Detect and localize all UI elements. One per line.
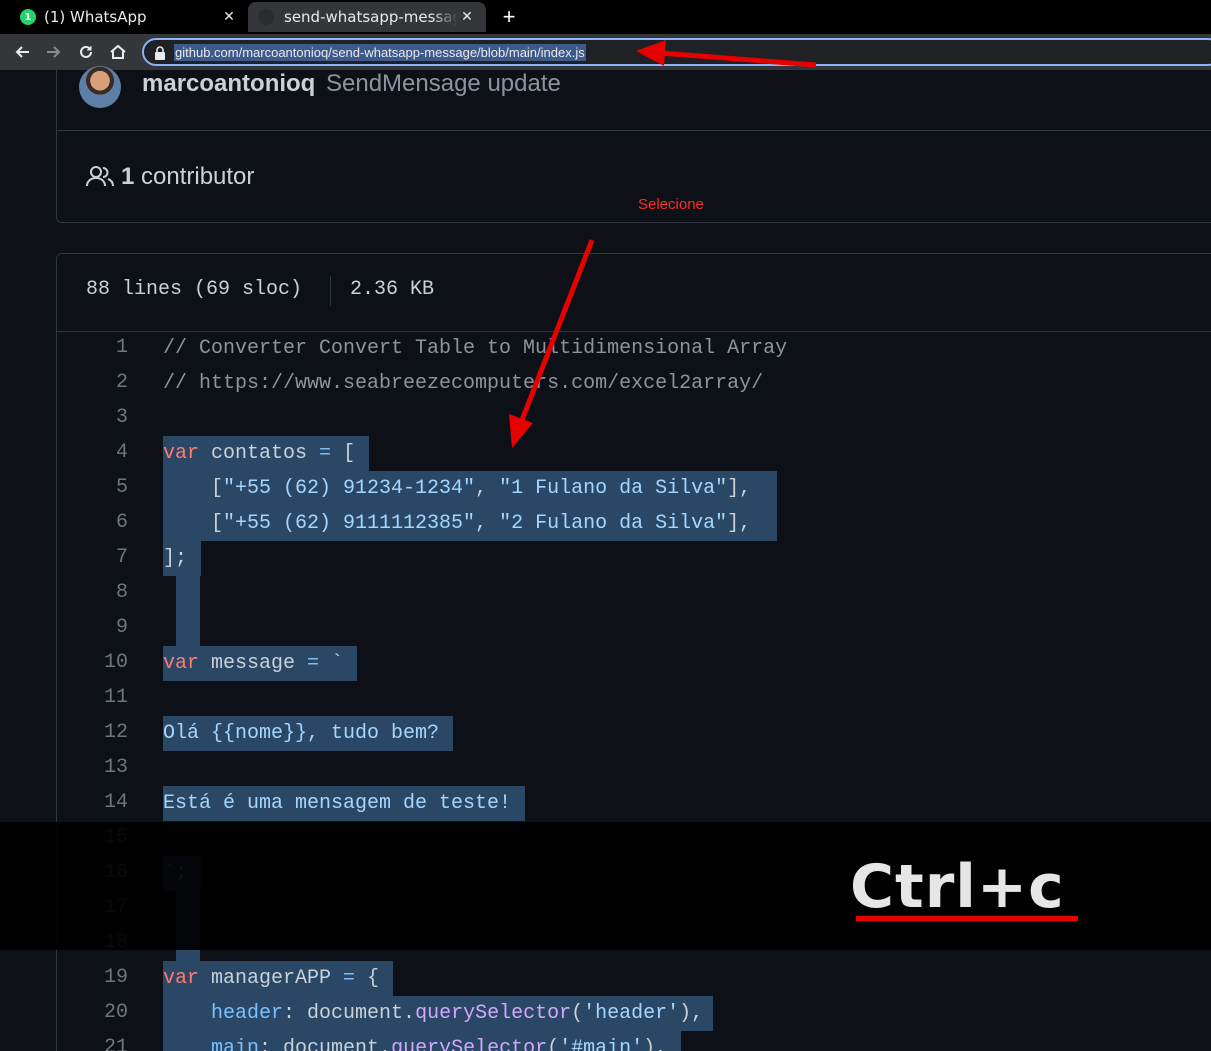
contributor-label[interactable]: contributor [141,163,254,191]
new-tab-button[interactable]: + [497,4,521,30]
line-number[interactable]: 6 [116,511,128,534]
forward-icon[interactable] [42,40,66,64]
shortcut-underline [856,916,1078,921]
code-text: // Converter Convert Table to Multidimen… [163,337,788,360]
tab-title: (1) WhatsApp [44,8,147,26]
code-line[interactable]: 11 [0,681,1211,716]
line-number[interactable]: 19 [104,966,128,989]
code-line[interactable]: 3 [0,401,1211,436]
line-number[interactable]: 9 [116,616,128,639]
code-line[interactable]: 1 // Converter Convert Table to Multidime… [0,331,1211,366]
commit-author[interactable]: marcoantonioq [142,70,315,98]
lock-icon [155,46,165,60]
line-number[interactable]: 20 [104,1001,128,1024]
back-icon[interactable] [10,40,34,64]
contributor-count[interactable]: 1 [121,163,134,191]
code-text: // https://www.seabreezecomputers.com/ex… [163,372,764,395]
browser-toolbar: github.com/marcoantonioq/send-whatsapp-m… [0,34,1211,70]
tab-title: send-whatsapp-message [284,8,458,26]
code-text: ]; [163,541,202,576]
whatsapp-icon: 1 [20,9,36,25]
line-number[interactable]: 1 [116,336,128,359]
code-line[interactable]: 7]; [0,541,1211,576]
code-text: var managerAPP = { [163,961,394,996]
line-number[interactable]: 2 [116,371,128,394]
hint-label: Selecione [638,196,704,213]
close-tab-icon[interactable]: ✕ [458,9,476,25]
line-number[interactable]: 8 [116,581,128,604]
code-line[interactable]: 13 [0,751,1211,786]
line-number[interactable]: 3 [116,406,128,429]
shortcut-label: Ctrl+c [850,852,1065,922]
code-line[interactable]: 9 [0,611,1211,646]
close-tab-icon[interactable]: ✕ [220,9,238,25]
url-text[interactable]: github.com/marcoantonioq/send-whatsapp-m… [174,44,586,61]
code-line[interactable]: 20 header: document.querySelector('heade… [0,996,1211,1031]
line-number[interactable]: 7 [116,546,128,569]
code-text: Olá {{nome}}, tudo bem? [163,716,454,751]
github-icon [258,9,274,25]
code-text: header: document.querySelector('header')… [163,996,714,1031]
line-number[interactable]: 12 [104,721,128,744]
line-number[interactable]: 11 [104,686,128,709]
code-text: var contatos = [ [163,436,370,471]
code-line[interactable]: 19 var managerAPP = { [0,961,1211,996]
code-line[interactable]: 2 // https://www.seabreezecomputers.com/e… [0,366,1211,401]
code-line[interactable]: 21 main: document.querySelector('#main')… [0,1031,1211,1051]
code-line[interactable]: 8 [0,576,1211,611]
code-line[interactable]: 6 ["+55 (62) 9111112385", "2 Fulano da S… [0,506,1211,541]
divider [330,276,331,306]
tab-strip: 1 (1) WhatsApp ✕ send-whatsapp-message ✕… [0,0,1211,34]
code-text: ["+55 (62) 91234-1234", "1 Fulano da Sil… [163,471,778,506]
line-number[interactable]: 5 [116,476,128,499]
line-number[interactable]: 21 [104,1036,128,1051]
code-line[interactable]: 14 Está é uma mensagem de teste! [0,786,1211,821]
reload-icon[interactable] [74,40,98,64]
file-line-count: 88 lines (69 sloc) [86,278,303,301]
code-text: Está é uma mensagem de teste! [163,786,526,821]
line-number[interactable]: 4 [116,441,128,464]
line-number[interactable]: 13 [104,756,128,779]
code-line[interactable]: 12 Olá {{nome}}, tudo bem? [0,716,1211,751]
commit-message[interactable]: SendMensage update [326,70,561,98]
code-line[interactable]: 5 ["+55 (62) 91234-1234", "1 Fulano da S… [0,471,1211,506]
avatar[interactable] [79,66,121,108]
code-text: var message = ` [163,646,358,681]
code-text: main: document.querySelector('#main'), [163,1031,682,1051]
tab-github[interactable]: send-whatsapp-message ✕ [248,2,486,32]
line-number[interactable]: 14 [104,791,128,814]
line-number[interactable]: 10 [104,651,128,674]
code-line[interactable]: 4 var contatos = [ [0,436,1211,471]
file-size: 2.36 KB [350,278,435,301]
code-text: ["+55 (62) 9111112385", "2 Fulano da Sil… [163,506,778,541]
home-icon[interactable] [106,40,130,64]
code-line[interactable]: 10 var message = ` [0,646,1211,681]
people-icon [86,166,114,187]
tab-whatsapp[interactable]: 1 (1) WhatsApp ✕ [10,2,248,32]
address-bar[interactable]: github.com/marcoantonioq/send-whatsapp-m… [142,38,1211,66]
